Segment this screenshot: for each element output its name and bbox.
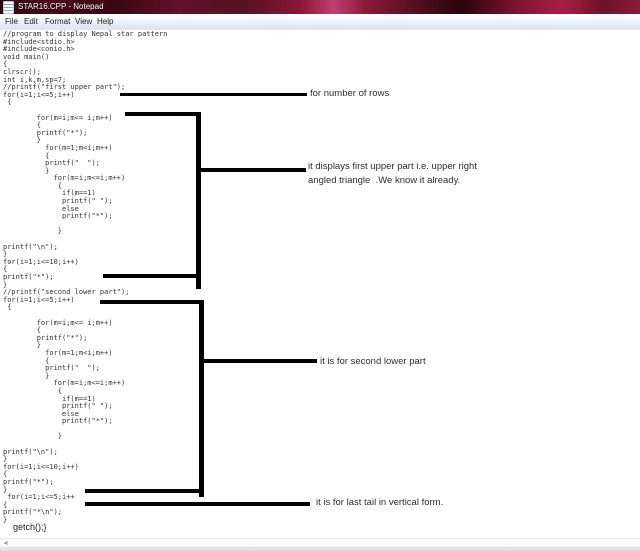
- annotation-line-tail: [85, 502, 310, 506]
- annotation-text-tail: it is for last tail in vertical form.: [316, 497, 444, 508]
- menu-bar: File Edit Format View Help: [0, 14, 640, 30]
- annotation-bracket1-vertical: [196, 112, 201, 289]
- text-editor-area[interactable]: //program to display Nepal star pattern …: [0, 30, 640, 538]
- annotation-bracket1-arm: [200, 168, 306, 172]
- menu-edit[interactable]: Edit: [24, 17, 38, 26]
- annotation-bracket2-arm: [203, 359, 317, 363]
- notepad-window: STAR16.CPP - Notepad File Edit Format Vi…: [0, 0, 640, 551]
- annotation-text-upper-part: it displays first upper part i.e. upper …: [308, 161, 477, 186]
- annotation-line-rows: [120, 93, 307, 96]
- window-bottom-edge: [0, 547, 640, 551]
- menu-help[interactable]: Help: [97, 17, 113, 26]
- menu-file[interactable]: File: [5, 17, 18, 26]
- annotation-bracket2-top: [100, 300, 203, 304]
- menu-view[interactable]: View: [75, 17, 92, 26]
- notepad-icon: [3, 1, 14, 14]
- annotation-bracket2-bottom: [85, 489, 201, 493]
- annotation-bracket1-bottom: [103, 274, 198, 278]
- annotation-bracket1-top: [125, 112, 197, 116]
- window-title: STAR16.CPP - Notepad: [18, 2, 104, 11]
- annotation-text-lower-part: it is for second lower part: [320, 356, 426, 367]
- source-code-getch-line: getch();}: [13, 522, 47, 532]
- annotation-text-rows: for number of rows: [310, 88, 390, 99]
- annotation-bracket2-vertical: [199, 300, 204, 497]
- menu-format[interactable]: Format: [45, 17, 70, 26]
- title-bar: STAR16.CPP - Notepad: [0, 0, 640, 14]
